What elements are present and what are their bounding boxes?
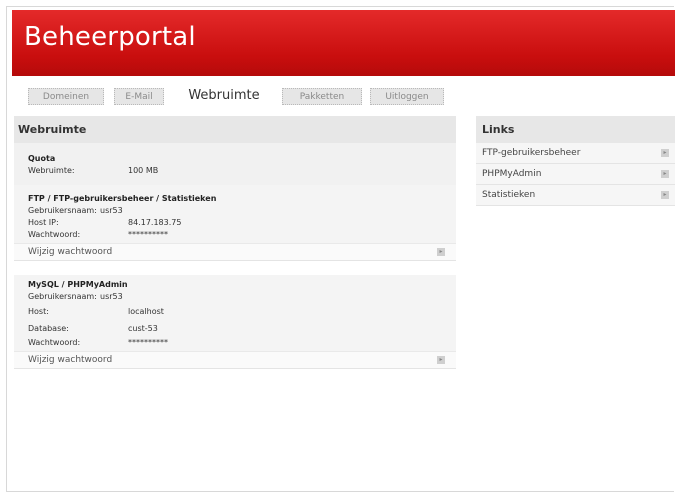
ftp-section: FTP / FTP-gebruikersbeheer / Statistieke… (14, 185, 456, 243)
ftp-change-password-label: Wijzig wachtwoord (28, 247, 113, 257)
link-statistieken[interactable]: Statistieken ▸ (476, 185, 675, 206)
mysql-change-password-label: Wijzig wachtwoord (28, 355, 113, 365)
arrow-right-icon: ▸ (437, 356, 445, 364)
mysql-title: MySQL / PHPMyAdmin (28, 280, 128, 289)
mysql-section: MySQL / PHPMyAdmin Gebruikersnaam: usr53… (14, 275, 456, 351)
tab-domeinen[interactable]: Domeinen (28, 88, 104, 105)
ftp-host-label: Host IP: (28, 218, 59, 227)
quota-value: 100 MB (128, 166, 159, 175)
mysql-host-value: localhost (128, 307, 164, 316)
quota-title: Quota (28, 154, 56, 163)
mysql-username-label: Gebruikersnaam: (28, 292, 97, 301)
mysql-change-password-button[interactable]: Wijzig wachtwoord ▸ (14, 351, 456, 369)
tab-uitloggen[interactable]: Uitloggen (370, 88, 444, 105)
links-panel: Links FTP-gebruikersbeheer ▸ PHPMyAdmin … (476, 116, 675, 206)
arrow-right-icon: ▸ (661, 149, 669, 157)
quota-label: Webruimte: (28, 166, 75, 175)
quota-section: Quota Webruimte: 100 MB (14, 143, 456, 185)
app-title: Beheerportal (24, 22, 196, 52)
mysql-database-label: Database: (28, 324, 69, 333)
ftp-password-value: ********** (128, 230, 168, 239)
link-label: PHPMyAdmin (482, 169, 542, 179)
panel-title: Webruimte (14, 116, 456, 143)
tab-email[interactable]: E-Mail (114, 88, 164, 105)
mysql-password-value: ********** (128, 338, 168, 347)
ftp-change-password-button[interactable]: Wijzig wachtwoord ▸ (14, 243, 456, 261)
mysql-password-label: Wachtwoord: (28, 338, 81, 347)
ftp-password-label: Wachtwoord: (28, 230, 81, 239)
mysql-database-value: cust-53 (128, 324, 158, 333)
tab-webruimte[interactable]: Webruimte (178, 84, 270, 108)
link-ftp-gebruikersbeheer[interactable]: FTP-gebruikersbeheer ▸ (476, 143, 675, 164)
header-banner: Beheerportal (12, 10, 675, 76)
webruimte-panel: Webruimte Quota Webruimte: 100 MB FTP / … (14, 116, 456, 369)
link-label: Statistieken (482, 190, 536, 200)
arrow-right-icon: ▸ (437, 248, 445, 256)
arrow-right-icon: ▸ (661, 191, 669, 199)
arrow-right-icon: ▸ (661, 170, 669, 178)
tab-pakketten[interactable]: Pakketten (282, 88, 362, 105)
link-phpmyadmin[interactable]: PHPMyAdmin ▸ (476, 164, 675, 185)
ftp-host-value: 84.17.183.75 (128, 218, 182, 227)
ftp-title: FTP / FTP-gebruikersbeheer / Statistieke… (28, 194, 217, 203)
mysql-username-value: usr53 (100, 292, 123, 301)
links-title: Links (476, 116, 675, 143)
mysql-host-label: Host: (28, 307, 49, 316)
link-label: FTP-gebruikersbeheer (482, 148, 581, 158)
ftp-username-value: usr53 (100, 206, 123, 215)
ftp-username-label: Gebruikersnaam: (28, 206, 97, 215)
